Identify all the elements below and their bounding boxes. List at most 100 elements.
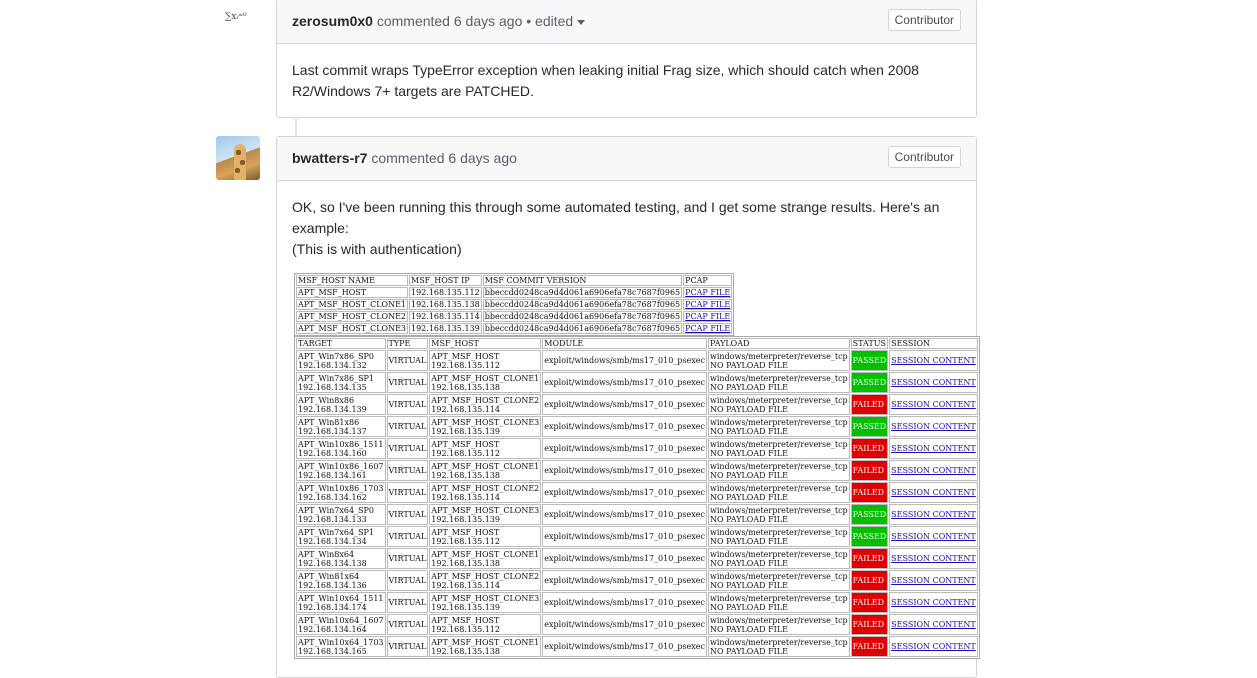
- table-cell: windows/meterpreter/reverse_tcp NO PAYLOA…: [707, 526, 850, 547]
- cell-line: APT_Win10x64_1703: [298, 637, 384, 647]
- cell-line: NO PAYLOAD FILE: [709, 580, 788, 590]
- table-cell: APT_MSF_HOST 192.168.135.112: [429, 350, 542, 371]
- cell-line: NO PAYLOAD FILE: [709, 404, 788, 414]
- cell-line: APT_Win10x86_1703: [298, 483, 384, 493]
- table-row: APT_MSF_HOST_CLONE2 192.168.135.114 bbeccd…: [296, 311, 733, 322]
- session-content-link[interactable]: SESSION CONTENT: [891, 532, 976, 541]
- table-cell: exploit/windows/smb/ms17_010_psexec: [542, 570, 707, 591]
- table-cell: APT_MSF_HOST_CLONE2 192.168.135.114: [429, 482, 542, 503]
- table-row: APT_MSF_HOST_CLONE3 192.168.135.139 bbeccd…: [296, 323, 733, 334]
- session-content-link[interactable]: SESSION CONTENT: [891, 378, 976, 387]
- table-cell: windows/meterpreter/reverse_tcp NO PAYLOA…: [707, 548, 850, 569]
- table-cell: bbeccdd0248ca9d4d061a6906efa78c7687f0965: [482, 323, 683, 334]
- session-content-link[interactable]: SESSION CONTENT: [891, 642, 976, 651]
- table-cell: windows/meterpreter/reverse_tcp NO PAYLOA…: [707, 570, 850, 591]
- column-header: MSF_HOST IP: [409, 275, 482, 286]
- author-link[interactable]: bwatters-r7: [292, 150, 367, 166]
- session-content-link[interactable]: SESSION CONTENT: [891, 488, 976, 497]
- comment-timestamp[interactable]: 6 days ago: [454, 13, 523, 29]
- cell-line: APT_MSF_HOST_CLONE1: [431, 373, 540, 383]
- cell-line: APT_MSF_HOST_CLONE3: [431, 505, 540, 515]
- table-cell: SESSION CONTENT: [889, 482, 978, 503]
- table-cell: APT_Win10x86_1511 192.168.134.160: [296, 438, 386, 459]
- status-badge: FAILED: [850, 438, 889, 459]
- session-content-link[interactable]: SESSION CONTENT: [891, 422, 976, 431]
- table-body: APT_Win7x86_SP0 192.168.134.132 VIRTUAL APT…: [296, 350, 978, 657]
- table-cell: APT_MSF_HOST 192.168.135.112: [429, 438, 542, 459]
- contributor-badge: Contributor: [887, 146, 961, 168]
- table-cell: SESSION CONTENT: [889, 570, 978, 591]
- table-cell: APT_MSF_HOST_CLONE1 192.168.135.138: [429, 372, 542, 393]
- comment-timestamp[interactable]: 6 days ago: [448, 150, 517, 166]
- table-cell: exploit/windows/smb/ms17_010_psexec: [542, 482, 707, 503]
- pcap-file-link[interactable]: PCAP FILE: [685, 324, 730, 333]
- table-cell: windows/meterpreter/reverse_tcp NO PAYLOA…: [707, 438, 850, 459]
- edited-label: • edited: [526, 13, 574, 29]
- column-header: SESSION: [889, 338, 978, 349]
- table-cell: APT_Win8x86 192.168.134.139: [296, 394, 386, 415]
- session-content-link[interactable]: SESSION CONTENT: [891, 466, 976, 475]
- cell-line: APT_Win10x64_1607: [298, 615, 384, 625]
- comment-action: commented: [371, 150, 445, 166]
- cell-line: NO PAYLOAD FILE: [709, 558, 788, 568]
- cell-line: 192.168.135.138: [431, 382, 500, 392]
- session-content-link[interactable]: SESSION CONTENT: [891, 576, 976, 585]
- table-cell: windows/meterpreter/reverse_tcp NO PAYLOA…: [707, 482, 850, 503]
- pcap-file-link[interactable]: PCAP FILE: [685, 300, 730, 309]
- table-cell: VIRTUAL: [386, 548, 429, 569]
- session-content-link[interactable]: SESSION CONTENT: [891, 400, 976, 409]
- cell-line: windows/meterpreter/reverse_tcp: [709, 615, 848, 625]
- table-cell: SESSION CONTENT: [889, 350, 978, 371]
- cell-line: 192.168.134.160: [298, 448, 367, 458]
- comment-meta: zerosum0x0 commented 6 days ago • edited: [292, 13, 586, 29]
- cell-line: 192.168.134.161: [298, 470, 367, 480]
- table-cell: windows/meterpreter/reverse_tcp NO PAYLOA…: [707, 592, 850, 613]
- cell-line: windows/meterpreter/reverse_tcp: [709, 571, 848, 581]
- status-badge: PASSED: [850, 526, 889, 547]
- table-row: APT_Win7x64_SP1 192.168.134.134 VIRTUAL APT…: [296, 526, 978, 547]
- table-cell: VIRTUAL: [386, 504, 429, 525]
- session-content-link[interactable]: SESSION CONTENT: [891, 620, 976, 629]
- session-content-link[interactable]: SESSION CONTENT: [891, 598, 976, 607]
- cell-line: 192.168.135.139: [431, 602, 500, 612]
- table-cell: windows/meterpreter/reverse_tcp NO PAYLOA…: [707, 614, 850, 635]
- column-header: STATUS: [850, 338, 889, 349]
- session-content-link[interactable]: SESSION CONTENT: [891, 554, 976, 563]
- avatar[interactable]: [216, 136, 260, 180]
- author-link[interactable]: zerosum0x0: [292, 13, 373, 29]
- cell-line: 192.168.135.138: [431, 470, 500, 480]
- cell-line: 192.168.134.165: [298, 646, 367, 656]
- pcap-file-link[interactable]: PCAP FILE: [685, 312, 730, 321]
- avatar[interactable]: ∑xᵢ⁼⁰: [225, 12, 253, 30]
- table-cell: APT_Win10x64_1703 192.168.134.165: [296, 636, 386, 657]
- cell-line: APT_Win7x64_SP0: [298, 505, 375, 515]
- comment-meta: bwatters-r7 commented 6 days ago: [292, 150, 517, 166]
- table-cell: APT_MSF_HOST_CLONE1 192.168.135.138: [429, 460, 542, 481]
- spot: [235, 168, 240, 173]
- cell-line: APT_Win81x86: [298, 417, 360, 427]
- table-cell: APT_MSF_HOST 192.168.135.112: [429, 614, 542, 635]
- cell-line: windows/meterpreter/reverse_tcp: [709, 483, 848, 493]
- cell-line: APT_MSF_HOST: [431, 439, 500, 449]
- test-results-screenshot[interactable]: MSF_HOST NAME MSF_HOST IP MSF COMMIT VERSI…: [292, 273, 980, 659]
- session-content-link[interactable]: SESSION CONTENT: [891, 510, 976, 519]
- status-badge: FAILED: [850, 394, 889, 415]
- table-cell: SESSION CONTENT: [889, 636, 978, 657]
- pcap-file-link[interactable]: PCAP FILE: [685, 288, 730, 297]
- cell-line: windows/meterpreter/reverse_tcp: [709, 351, 848, 361]
- cell-line: NO PAYLOAD FILE: [709, 536, 788, 546]
- status-badge: PASSED: [850, 350, 889, 371]
- cell-line: 192.168.134.164: [298, 624, 367, 634]
- comment-body: OK, so I've been running this through so…: [277, 181, 980, 659]
- column-header: PAYLOAD: [707, 338, 850, 349]
- edited-dropdown[interactable]: • edited: [526, 13, 586, 29]
- cell-line: windows/meterpreter/reverse_tcp: [709, 461, 848, 471]
- table-cell: SESSION CONTENT: [889, 592, 978, 613]
- cell-line: 192.168.134.132: [298, 360, 367, 370]
- session-content-link[interactable]: SESSION CONTENT: [891, 444, 976, 453]
- table-row: APT_Win10x86_1511 192.168.134.160 VIRTUAL A…: [296, 438, 978, 459]
- cell-line: APT_MSF_HOST_CLONE2: [431, 395, 540, 405]
- cell-line: 192.168.134.135: [298, 382, 367, 392]
- session-content-link[interactable]: SESSION CONTENT: [891, 356, 976, 365]
- table-cell: APT_MSF_HOST_CLONE2: [296, 311, 408, 322]
